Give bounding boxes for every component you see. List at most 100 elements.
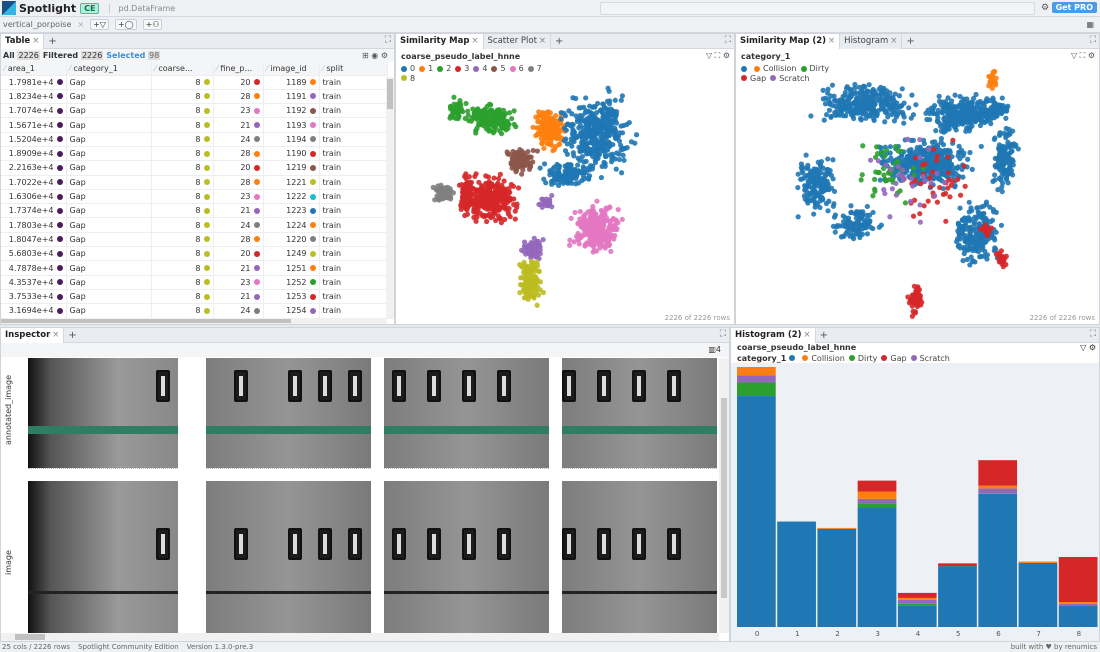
histogram-bar-segment[interactable]: [737, 375, 776, 383]
get-pro-button[interactable]: Get PRO: [1051, 2, 1097, 13]
histogram-bar-segment[interactable]: [897, 599, 937, 604]
histogram-bar-segment[interactable]: [938, 566, 977, 627]
table-row[interactable]: 4.3537e+4 Gap 8 23 1252 train: [1, 275, 388, 290]
add-filter-button[interactable]: +▽: [90, 19, 109, 30]
histogram-bar-segment[interactable]: [897, 605, 937, 627]
table-row[interactable]: 5.6803e+4 Gap 8 20 1249 train: [1, 246, 388, 262]
column-header[interactable]: ⁄ fine_p...: [213, 62, 264, 76]
vertical-scrollbar[interactable]: [386, 77, 394, 319]
table-row[interactable]: 1.7981e+4 Gap 8 20 1189 train: [1, 75, 388, 90]
add-tab-button[interactable]: +: [820, 330, 828, 341]
maximize-icon[interactable]: ⛶: [385, 35, 391, 45]
table-cell: 8: [151, 117, 214, 133]
tab-table[interactable]: Table ×: [1, 34, 45, 49]
bug-icon[interactable]: ⚙: [1041, 3, 1049, 13]
data-point: [531, 293, 537, 299]
histogram-bar-segment[interactable]: [857, 503, 897, 508]
tab-selected[interactable]: Selected 98: [106, 51, 161, 60]
table-row[interactable]: 3.1694e+4 Gap 8 24 1254 train: [1, 303, 388, 319]
legend-item[interactable]: Dirty: [848, 354, 877, 363]
visibility-icon[interactable]: ⊞ ◉ ⚙: [362, 51, 388, 60]
tab-filtered[interactable]: Filtered 2226: [43, 51, 104, 60]
data-point: [820, 87, 826, 93]
add-tab-button[interactable]: +: [48, 36, 56, 47]
legend-item[interactable]: Collision: [802, 354, 845, 363]
legend-item[interactable]: Gap: [881, 354, 907, 363]
column-header[interactable]: ⁄ image_id: [263, 62, 320, 76]
table-row[interactable]: 1.7074e+4 Gap 8 23 1192 train: [1, 103, 388, 119]
vertical-scrollbar[interactable]: [719, 358, 729, 633]
legend-item[interactable]: [789, 355, 798, 361]
table-row[interactable]: 3.7533e+4 Gap 8 21 1253 train: [1, 289, 388, 305]
table-row[interactable]: 2.2163e+4 Gap 8 20 1219 train: [1, 160, 388, 176]
table-row[interactable]: 1.5671e+4 Gap 8 21 1193 train: [1, 117, 388, 133]
table-row[interactable]: 1.8909e+4 Gap 8 28 1190 train: [1, 146, 388, 162]
table-row[interactable]: 1.6306e+4 Gap 8 23 1222 train: [1, 189, 388, 205]
table-row[interactable]: 4.7878e+4 Gap 8 21 1251 train: [1, 260, 388, 276]
scatter-plot[interactable]: [736, 34, 1100, 325]
maximize-icon[interactable]: ⛶: [720, 329, 726, 339]
scatter-plot[interactable]: [396, 34, 735, 325]
histogram-bar-segment[interactable]: [897, 592, 937, 598]
search-input[interactable]: [600, 2, 1035, 15]
histogram-bar-segment[interactable]: [1058, 602, 1098, 604]
histogram-bar-segment[interactable]: [857, 507, 897, 627]
data-point: [507, 195, 513, 201]
tab-all[interactable]: All 2226: [3, 51, 40, 60]
histogram-bar-segment[interactable]: [777, 521, 816, 627]
row-count: 2226 of 2226 rows: [664, 314, 730, 322]
layout-icon[interactable]: ▦: [1086, 20, 1094, 29]
horizontal-scrollbar[interactable]: [1, 318, 387, 324]
add-tag-button[interactable]: +◯: [114, 19, 137, 30]
histogram-bar-segment[interactable]: [737, 367, 776, 376]
histogram-bar-segment[interactable]: [938, 563, 977, 567]
tab-inspector[interactable]: Inspector ×: [1, 328, 65, 343]
histogram-bar-segment[interactable]: [1018, 562, 1058, 627]
histogram-bar-segment[interactable]: [1018, 561, 1058, 563]
data-point: [514, 201, 520, 207]
histogram-bar-segment[interactable]: [1058, 603, 1098, 606]
histogram-bar-segment[interactable]: [857, 498, 897, 504]
histogram-bar-segment[interactable]: [817, 528, 857, 627]
histogram-bar-segment[interactable]: [737, 382, 776, 397]
histogram-bar-segment[interactable]: [857, 480, 897, 492]
data-point: [917, 219, 923, 225]
tab-histogram-2[interactable]: Histogram (2) ×: [731, 328, 816, 343]
histogram-bar-segment[interactable]: [857, 491, 897, 499]
histogram-bar-segment[interactable]: [978, 460, 1018, 486]
built-with-link[interactable]: built with ♥ by renumics: [1011, 643, 1097, 651]
histogram-bar-segment[interactable]: [978, 488, 1018, 494]
data-point: [957, 156, 963, 162]
histogram-bar-segment[interactable]: [978, 493, 1018, 627]
histogram-chart[interactable]: 0 1 2 3 4 5 6 7 8: [731, 363, 1100, 642]
color-dot: [309, 122, 316, 129]
histogram-bar-segment[interactable]: [817, 527, 857, 529]
horizontal-scrollbar[interactable]: [1, 633, 719, 641]
histogram-bar-segment[interactable]: [1058, 605, 1098, 627]
columns-count[interactable]: ▥4: [708, 345, 721, 354]
legend-item[interactable]: Scratch: [910, 354, 950, 363]
data-point: [504, 119, 511, 125]
column-header[interactable]: ⁄ coarse...: [151, 62, 214, 76]
histogram-bar-segment[interactable]: [897, 603, 937, 606]
histogram-bar-segment[interactable]: [1058, 557, 1098, 602]
table-row[interactable]: 1.8234e+4 Gap 8 28 1191 train: [1, 89, 388, 105]
table-row[interactable]: 1.8047e+4 Gap 8 28 1220 train: [1, 232, 388, 248]
filter-icon[interactable]: ▽ ⚙: [1080, 343, 1096, 352]
histogram-bar-segment[interactable]: [737, 396, 776, 627]
histogram-bar-segment[interactable]: [897, 597, 937, 600]
table-row[interactable]: 1.5204e+4 Gap 8 24 1194 train: [1, 132, 388, 147]
histogram-bar-segment[interactable]: [978, 485, 1018, 489]
table-row[interactable]: 1.7803e+4 Gap 8 24 1224 train: [1, 217, 388, 233]
maximize-icon[interactable]: ⛶: [1090, 329, 1096, 339]
table-row[interactable]: 1.7374e+4 Gap 8 21 1223 train: [1, 203, 388, 219]
add-similarity-button[interactable]: +⚇: [142, 19, 163, 30]
close-icon[interactable]: ×: [77, 20, 84, 29]
column-header[interactable]: ⁄ category_1: [66, 62, 152, 76]
column-header[interactable]: ⁄ split: [319, 62, 388, 76]
add-tab-button[interactable]: +: [68, 330, 76, 341]
workspace-name[interactable]: vertical_porpoise: [3, 20, 71, 29]
table-cell: 28: [213, 146, 264, 162]
column-header[interactable]: ⁄ area_1: [1, 62, 67, 76]
table-row[interactable]: 1.7022e+4 Gap 8 28 1221 train: [1, 175, 388, 190]
